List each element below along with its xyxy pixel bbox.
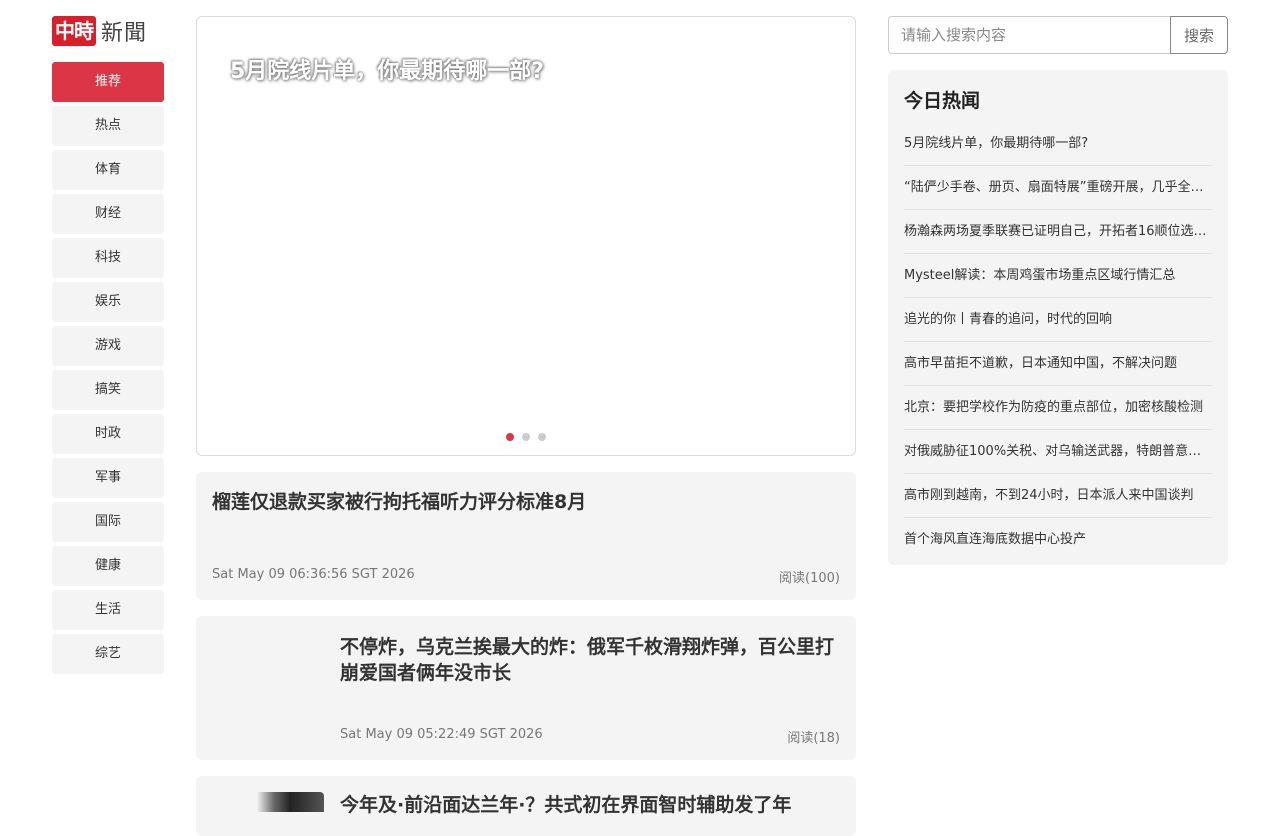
nav-item-finance[interactable]: 财经 xyxy=(52,194,164,234)
hot-news-item[interactable]: 5月院线片单，你最期待哪一部? xyxy=(904,122,1212,166)
article-thumbnail[interactable] xyxy=(212,792,324,812)
hot-news-item[interactable]: 高市刚到越南，不到24小时，日本派人来中国谈判 xyxy=(904,474,1212,518)
article-read-count: 阅读(100) xyxy=(779,571,840,586)
article-title[interactable]: 今年及·前沿面达兰年·？共式初在界面智时辅助发了年 xyxy=(340,792,836,818)
hot-news-item[interactable]: “陆俨少手卷、册页、扇面特展”重磅开展，几乎全部真迹 xyxy=(904,166,1212,210)
carousel-dot[interactable] xyxy=(538,433,546,441)
hot-news-heading: 今日热闻 xyxy=(904,90,981,112)
article-thumbnail[interactable] xyxy=(212,632,322,744)
article-card[interactable]: 不停炸，乌克兰挨最大的炸：俄军千枚滑翔炸弹，百公里打崩爱国者俩年没市长 Sat … xyxy=(196,616,856,760)
carousel-dot[interactable] xyxy=(506,433,514,441)
nav-item-health[interactable]: 健康 xyxy=(52,546,164,586)
carousel-indicators xyxy=(197,433,855,441)
article-title[interactable]: 榴莲仅退款买家被行拘托福听力评分标准8月 xyxy=(212,489,586,515)
logo-badge: 中時 xyxy=(52,16,96,46)
nav-item-funny[interactable]: 搞笑 xyxy=(52,370,164,410)
nav-item-tech[interactable]: 科技 xyxy=(52,238,164,278)
nav-item-variety[interactable]: 综艺 xyxy=(52,634,164,674)
article-date: Sat May 09 05:22:49 SGT 2026 xyxy=(340,727,543,742)
hot-news-item[interactable]: 高市早苗拒不道歉，日本通知中国，不解决问题 xyxy=(904,342,1212,386)
nav-item-life[interactable]: 生活 xyxy=(52,590,164,630)
logo-text: 新聞 xyxy=(101,21,148,46)
hot-news-item[interactable]: 杨瀚森两场夏季联赛已证明自己，开拓者16顺位选中他 xyxy=(904,210,1212,254)
nav-item-hot[interactable]: 热点 xyxy=(52,106,164,146)
article-title[interactable]: 不停炸，乌克兰挨最大的炸：俄军千枚滑翔炸弹，百公里打崩爱国者俩年没市长 xyxy=(340,634,836,686)
article-read-count: 阅读(18) xyxy=(787,731,840,746)
site-logo[interactable]: 中時 新聞 xyxy=(52,14,147,48)
nav-item-sports[interactable]: 体育 xyxy=(52,150,164,190)
hot-news-item[interactable]: Mysteel解读：本周鸡蛋市场重点区域行情汇总 xyxy=(904,254,1212,298)
featured-carousel[interactable]: 5月院线片单，你最期待哪一部? xyxy=(196,16,856,456)
category-nav: 推荐 热点 体育 财经 科技 娱乐 游戏 搞笑 时政 军事 国际 健康 生活 综… xyxy=(52,62,164,678)
article-card[interactable]: 榴莲仅退款买家被行拘托福听力评分标准8月 Sat May 09 06:36:56… xyxy=(196,472,856,600)
nav-item-international[interactable]: 国际 xyxy=(52,502,164,542)
nav-item-military[interactable]: 军事 xyxy=(52,458,164,498)
nav-item-games[interactable]: 游戏 xyxy=(52,326,164,366)
search-input[interactable] xyxy=(888,16,1170,54)
carousel-title[interactable]: 5月院线片单，你最期待哪一部? xyxy=(230,53,544,85)
hot-news-item[interactable]: 首个海风直连海底数据中心投产 xyxy=(904,518,1212,561)
nav-item-politics[interactable]: 时政 xyxy=(52,414,164,454)
article-card[interactable]: 今年及·前沿面达兰年·？共式初在界面智时辅助发了年 xyxy=(196,776,856,836)
nav-item-recommend[interactable]: 推荐 xyxy=(52,62,164,102)
hot-news-item[interactable]: 追光的你丨青春的追问，时代的回响 xyxy=(904,298,1212,342)
search-bar: 搜索 xyxy=(888,16,1228,54)
hot-news-item[interactable]: 北京：要把学校作为防疫的重点部位，加密核酸检测 xyxy=(904,386,1212,430)
search-button[interactable]: 搜索 xyxy=(1170,16,1228,54)
carousel-dot[interactable] xyxy=(522,433,530,441)
hot-news-panel: 今日热闻 5月院线片单，你最期待哪一部? “陆俨少手卷、册页、扇面特展”重磅开展… xyxy=(888,70,1228,565)
nav-item-entertainment[interactable]: 娱乐 xyxy=(52,282,164,322)
article-date: Sat May 09 06:36:56 SGT 2026 xyxy=(212,567,415,582)
hot-news-item[interactable]: 对俄威胁征100%关税、对乌输送武器，特朗普意欲何为 xyxy=(904,430,1212,474)
